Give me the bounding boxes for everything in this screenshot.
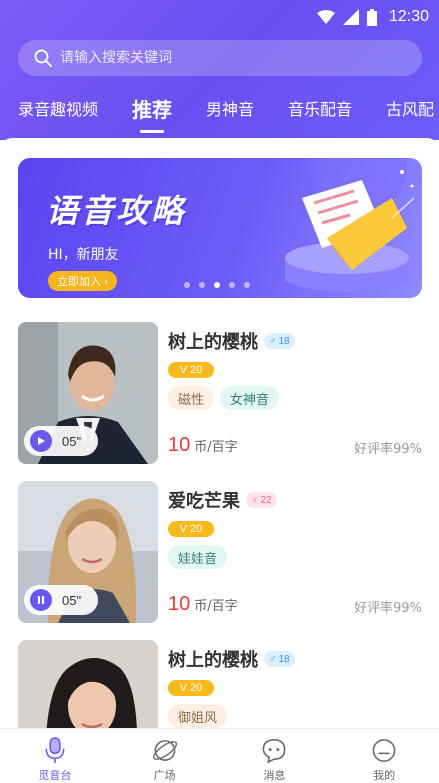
card-info: 爱吃芒果 ♀ 22 V 20 娃娃音 10 币/百字 好评率99%: [168, 481, 422, 623]
actor-name: 树上的樱桃: [168, 332, 258, 353]
planet-icon: [152, 740, 177, 761]
promo-banner[interactable]: 语音攻略 HI，新朋友 立即加入 ›: [18, 158, 422, 298]
bottom-nav: 觅音台 广场 消息 我的: [0, 728, 439, 783]
nav-voice-stage[interactable]: 觅音台: [15, 729, 95, 783]
age-value: 22: [260, 494, 272, 506]
male-icon: ♂: [269, 335, 277, 347]
gender-age-badge: ♂ 18: [264, 333, 295, 349]
voice-actor-card[interactable]: 05" 爱吃芒果 ♀ 22 V 20 娃娃音 10 币/百字 好评率99%: [18, 481, 422, 623]
vip-icon: V: [179, 364, 188, 376]
card-info: 树上的樱桃 ♂ 18 V 20 御姐风: [168, 640, 422, 728]
voice-tags: 御姐风: [168, 704, 228, 728]
avatar-photo[interactable]: [18, 640, 158, 728]
tab-male-voice[interactable]: 男神音: [206, 96, 254, 120]
pause-icon[interactable]: [30, 589, 52, 611]
vip-icon: V: [179, 523, 188, 535]
category-tabs: 录音趣视频 推荐 男神音 音乐配音 古风配: [18, 88, 439, 128]
level-value: 20: [190, 523, 203, 535]
tab-recommend[interactable]: 推荐: [132, 94, 172, 123]
join-now-label: 立即加入: [57, 275, 101, 288]
level-badge: V 20: [168, 521, 214, 537]
tab-music-dub[interactable]: 音乐配音: [288, 96, 352, 120]
female-icon: ♀: [251, 494, 259, 506]
header: 12:30 录音趣视频 推荐 男神音 音乐配音 古风配: [0, 0, 439, 140]
level-badge: V 20: [168, 680, 214, 696]
price-value: 10: [168, 434, 191, 456]
audio-duration: 05": [62, 433, 82, 449]
nav-square[interactable]: 广场: [125, 729, 205, 783]
join-now-button[interactable]: 立即加入 ›: [48, 271, 118, 291]
voice-tag: 磁性: [168, 386, 215, 410]
gender-age-badge: ♀ 22: [246, 492, 277, 508]
vip-icon: V: [179, 682, 188, 694]
chat-bubble-icon: [262, 739, 286, 764]
nav-profile[interactable]: 我的: [344, 729, 424, 783]
level-badge: V 20: [168, 362, 214, 378]
content-area: 语音攻略 HI，新朋友 立即加入 › 05" 树上的樱桃 ♂ 18 V 20 磁…: [0, 138, 439, 728]
voice-tags: 娃娃音: [168, 545, 228, 569]
search-bar[interactable]: [18, 40, 422, 76]
carousel-dot[interactable]: [184, 282, 190, 288]
tab-video[interactable]: 录音趣视频: [18, 96, 98, 120]
nav-label: 消息: [263, 769, 286, 782]
carousel-dot[interactable]: [244, 282, 250, 288]
nav-label: 广场: [153, 769, 176, 782]
actor-name: 树上的樱桃: [168, 650, 258, 671]
chevron-right-icon: ›: [104, 274, 109, 288]
actor-name: 爱吃芒果: [168, 491, 240, 512]
tab-ancient-style[interactable]: 古风配: [386, 96, 434, 120]
level-value: 20: [190, 364, 203, 376]
voice-actor-card[interactable]: 树上的樱桃 ♂ 18 V 20 御姐风: [18, 640, 422, 728]
male-icon: ♂: [269, 653, 277, 665]
voice-tags: 磁性 女神音: [168, 386, 280, 410]
carousel-dot-active[interactable]: [214, 282, 220, 288]
play-icon[interactable]: [30, 430, 52, 452]
banner-subtitle: HI，新朋友: [48, 247, 119, 263]
carousel-indicator: [184, 282, 250, 288]
nav-label: 我的: [373, 769, 396, 782]
audio-duration: 05": [62, 592, 82, 608]
price-unit: 币/百字: [194, 440, 238, 455]
price-row: 10 币/百字: [168, 434, 238, 457]
avatar-photo[interactable]: 05": [18, 322, 158, 464]
nav-messages[interactable]: 消息: [234, 729, 314, 783]
rating-text: 好评率99%: [354, 601, 422, 616]
name-row: 爱吃芒果 ♀ 22: [168, 487, 277, 513]
name-row: 树上的樱桃 ♂ 18: [168, 328, 295, 354]
gender-age-badge: ♂ 18: [264, 651, 295, 667]
carousel-dot[interactable]: [229, 282, 235, 288]
microphone-icon: [45, 737, 65, 764]
status-bar: 12:30: [0, 0, 439, 34]
price-row: 10 币/百字: [168, 593, 238, 616]
search-input[interactable]: [60, 50, 380, 66]
audio-preview[interactable]: 05": [24, 585, 98, 615]
name-row: 树上的樱桃 ♂ 18: [168, 646, 295, 672]
voice-tag: 娃娃音: [168, 545, 228, 569]
nav-label: 觅音台: [38, 769, 72, 782]
voice-tag: 御姐风: [168, 704, 228, 728]
price-value: 10: [168, 593, 191, 615]
wifi-icon: [316, 10, 335, 24]
voice-actor-card[interactable]: 05" 树上的樱桃 ♂ 18 V 20 磁性 女神音 10 币/百字 好评率99…: [18, 322, 422, 464]
age-value: 18: [278, 335, 290, 347]
signal-icon: [342, 9, 359, 25]
status-time: 12:30: [388, 8, 429, 25]
rating-text: 好评率99%: [354, 442, 422, 457]
profile-face-icon: [372, 739, 396, 762]
banner-illustration: [285, 158, 415, 292]
voice-tag: 女神音: [220, 386, 280, 410]
battery-icon: [366, 8, 377, 26]
carousel-dot[interactable]: [199, 282, 205, 288]
audio-preview[interactable]: 05": [24, 426, 98, 456]
card-info: 树上的樱桃 ♂ 18 V 20 磁性 女神音 10 币/百字 好评率99%: [168, 322, 422, 464]
banner-title: 语音攻略: [46, 192, 187, 230]
avatar-photo[interactable]: 05": [18, 481, 158, 623]
price-unit: 币/百字: [194, 599, 238, 614]
age-value: 18: [278, 653, 290, 665]
level-value: 20: [190, 682, 203, 694]
search-icon: [34, 49, 52, 67]
